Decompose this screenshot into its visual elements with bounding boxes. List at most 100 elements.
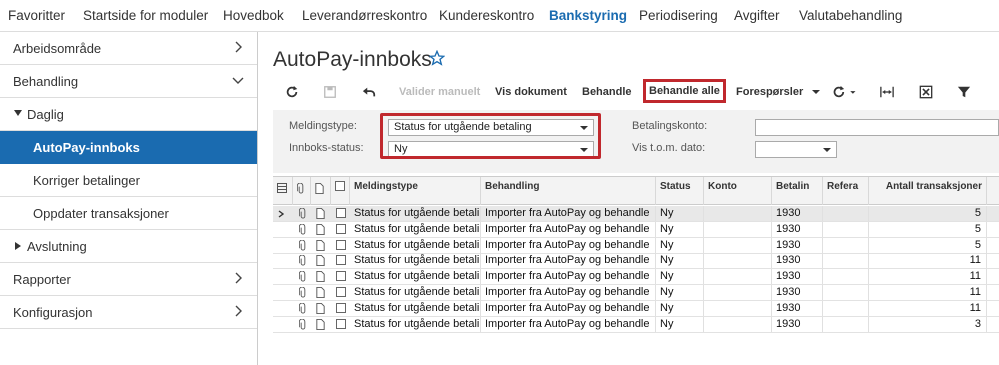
- row-checkbox[interactable]: [336, 223, 346, 234]
- document-icon[interactable]: [316, 208, 325, 219]
- actions-dropdown[interactable]: [831, 80, 859, 106]
- fit-width-button[interactable]: [879, 80, 895, 106]
- row-checkbox[interactable]: [336, 208, 346, 218]
- document-icon[interactable]: [316, 255, 325, 267]
- view-document-button[interactable]: Vis dokument: [495, 80, 567, 106]
- table-row[interactable]: Status for utgående betali Importer fra A…: [273, 206, 999, 222]
- sidebar-item-korriger-betalinger[interactable]: Korriger betalinger: [0, 164, 257, 197]
- sidebar-item-label: Korriger betalinger: [33, 173, 140, 188]
- document-icon[interactable]: [316, 318, 325, 330]
- refresh-button[interactable]: [285, 80, 299, 106]
- paperclip-icon[interactable]: [299, 318, 307, 330]
- column-header[interactable]: Refera: [823, 177, 869, 205]
- document-icon[interactable]: [316, 239, 325, 251]
- process-all-button[interactable]: Behandle alle: [643, 79, 726, 103]
- nav-kundereskontro[interactable]: Kundereskontro: [439, 8, 534, 23]
- nav-valutabehandling[interactable]: Valutabehandling: [799, 8, 902, 23]
- nav-leverandorreskontro[interactable]: Leverandørreskontro: [302, 8, 427, 23]
- payment-account-input[interactable]: [755, 119, 999, 136]
- column-header[interactable]: Konto: [704, 177, 772, 205]
- select-all-header[interactable]: [331, 177, 350, 205]
- row-checkbox[interactable]: [336, 255, 346, 266]
- nav-startside-for-moduler[interactable]: Startside for moduler: [83, 8, 208, 23]
- sidebar-item-autopay-innboks[interactable]: AutoPay-innboks: [0, 131, 257, 164]
- column-header[interactable]: Meldingstype: [350, 177, 481, 205]
- sidebar-item-arbeidsomrade[interactable]: Arbeidsområde: [0, 32, 257, 65]
- payment-cell: 1930: [772, 206, 823, 221]
- paperclip-icon[interactable]: [299, 208, 307, 219]
- transaction-count-cell: 11: [869, 269, 987, 285]
- paperclip-icon[interactable]: [299, 302, 307, 314]
- star-outline-icon[interactable]: [429, 50, 445, 66]
- handling-cell: Importer fra AutoPay og behandle: [481, 316, 656, 332]
- sidebar-item-konfigurasjon[interactable]: Konfigurasjon: [0, 296, 257, 329]
- document-icon[interactable]: [316, 287, 325, 298]
- paperclip-icon[interactable]: [299, 271, 307, 282]
- message-type-cell: Status for utgående betali: [350, 269, 481, 285]
- refresh-icon: [286, 85, 298, 98]
- table-row[interactable]: Status for utgående betali Importer fra A…: [273, 269, 999, 286]
- table-row[interactable]: Status for utgående betali Importer fra A…: [273, 221, 999, 238]
- column-header[interactable]: Status: [656, 177, 704, 205]
- show-until-date-select[interactable]: [755, 141, 837, 158]
- row-checkbox[interactable]: [336, 302, 346, 313]
- sidebar-item-behandling[interactable]: Behandling: [0, 65, 257, 98]
- requests-dropdown[interactable]: Forespørsler: [736, 80, 821, 106]
- table-row[interactable]: Status for utgående betali Importer fra A…: [273, 316, 999, 333]
- column-header[interactable]: Betalin: [772, 177, 823, 205]
- table-row[interactable]: Status for utgående betali Importer fra A…: [273, 253, 999, 270]
- column-header[interactable]: Antall transaksjoner: [869, 177, 987, 205]
- paperclip-icon[interactable]: [299, 255, 307, 266]
- row-checkbox[interactable]: [336, 239, 346, 250]
- save-button[interactable]: [323, 80, 337, 106]
- message-type-label: Meldingstype:: [289, 120, 357, 132]
- nav-hovedbok[interactable]: Hovedbok: [223, 8, 284, 23]
- table-row[interactable]: Status for utgående betali Importer fra A…: [273, 285, 999, 301]
- message-type-cell: Status for utgående betali: [350, 300, 481, 316]
- document-icon[interactable]: [316, 302, 325, 314]
- highlight-box: [380, 113, 601, 159]
- sidebar-item-label: Konfigurasjon: [13, 305, 93, 320]
- row-checkbox[interactable]: [336, 271, 346, 282]
- sidebar-item-label: Rapporter: [13, 272, 71, 287]
- document-icon: [315, 183, 324, 194]
- table-row[interactable]: Status for utgående betali Importer fra A…: [273, 237, 999, 254]
- grid-header: Meldingstype Behandling Status Konto Bet…: [273, 177, 999, 205]
- paperclip-icon[interactable]: [299, 223, 307, 235]
- sidebar-item-label: AutoPay-innboks: [33, 140, 140, 155]
- table-row[interactable]: Status for utgående betali Importer fra A…: [273, 300, 999, 317]
- paperclip-icon[interactable]: [299, 239, 307, 251]
- sidebar-item-daglig[interactable]: Daglig: [0, 98, 257, 131]
- handling-cell: Importer fra AutoPay og behandle: [481, 269, 656, 285]
- reference-cell: [823, 285, 869, 300]
- nav-periodisering[interactable]: Periodisering: [639, 8, 718, 23]
- column-header[interactable]: Behandling: [481, 177, 656, 205]
- row-checkbox[interactable]: [336, 318, 346, 329]
- sidebar-item-avslutning[interactable]: Avslutning: [0, 230, 257, 263]
- undo-button[interactable]: [361, 80, 377, 106]
- nav-favoritter[interactable]: Favoritter: [8, 8, 65, 23]
- nav-avgifter[interactable]: Avgifter: [734, 8, 780, 23]
- document-icon[interactable]: [316, 223, 325, 235]
- top-navigation: Favoritter Startside for moduler Hovedbo…: [0, 0, 999, 32]
- chevron-down-icon: [232, 77, 244, 84]
- page-title: AutoPay-innboks: [273, 48, 432, 71]
- process-button[interactable]: Behandle: [582, 80, 632, 106]
- document-icon[interactable]: [316, 271, 325, 283]
- nav-bankstyring[interactable]: Bankstyring: [549, 8, 627, 23]
- excel-export-button[interactable]: [919, 80, 933, 106]
- validate-manually-button[interactable]: Valider manuelt: [399, 80, 480, 106]
- sidebar-item-oppdater-transaksjoner[interactable]: Oppdater transaksjoner: [0, 197, 257, 230]
- payment-cell: 1930: [772, 300, 823, 316]
- chevron-right-icon: [235, 305, 242, 317]
- filter-button[interactable]: [957, 80, 971, 106]
- column-selector-header[interactable]: [273, 177, 293, 205]
- select-all-checkbox[interactable]: [335, 181, 345, 191]
- sidebar-item-rapporter[interactable]: Rapporter: [0, 263, 257, 296]
- message-type-cell: Status for utgående betali: [350, 237, 481, 253]
- paperclip-icon[interactable]: [299, 287, 307, 298]
- account-cell: [704, 221, 772, 237]
- grid-settings-icon: [277, 183, 287, 193]
- row-checkbox[interactable]: [336, 287, 346, 297]
- transaction-count-cell: 5: [869, 237, 987, 253]
